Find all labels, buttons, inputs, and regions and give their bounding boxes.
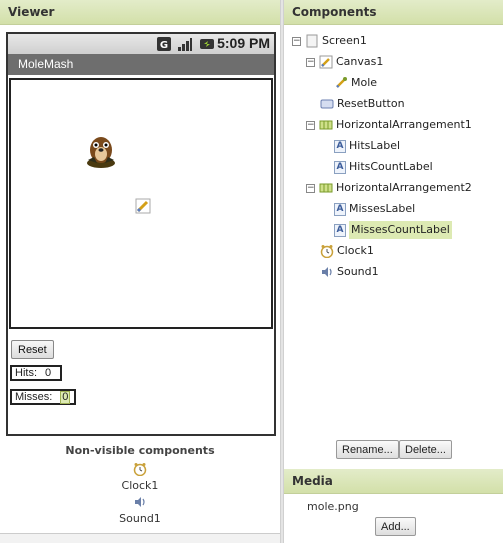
screen-icon — [306, 34, 318, 48]
button-icon — [320, 99, 334, 109]
tree-item-horizontalarrangement1[interactable]: − HorizontalArrangement1 — [306, 116, 472, 134]
mole-sprite[interactable] — [85, 133, 117, 169]
tree-item-label: Screen1 — [322, 34, 367, 47]
nonvisible-clock1[interactable]: Clock1 — [0, 479, 280, 492]
nonvisible-sound1[interactable]: Sound1 — [0, 512, 280, 525]
tree-item-hitscountlabel[interactable]: A HitsCountLabel — [334, 158, 433, 176]
clock-icon — [133, 463, 147, 476]
tree-item-mole[interactable]: Mole — [334, 74, 377, 92]
components-header: Components — [284, 0, 503, 25]
collapse-toggle-icon[interactable]: − — [306, 120, 315, 130]
hits-arrangement[interactable]: Hits: 0 — [10, 365, 62, 381]
tree-item-sound1[interactable]: Sound1 — [320, 263, 379, 281]
battery-icon — [200, 39, 214, 49]
signal-icon — [178, 38, 192, 51]
tree-item-label: HorizontalArrangement2 — [336, 181, 472, 194]
collapse-toggle-icon[interactable]: − — [292, 36, 301, 46]
clock-icon — [320, 245, 334, 258]
tree-item-label-selected: MissesCountLabel — [349, 221, 452, 239]
tree-item-misseslabel[interactable]: A MissesLabel — [334, 200, 415, 218]
tree-item-clock1[interactable]: Clock1 — [320, 242, 374, 260]
collapse-toggle-icon[interactable]: − — [306, 183, 315, 193]
media-file-item[interactable]: mole.png — [307, 500, 359, 513]
label-icon: A — [334, 202, 346, 216]
canvas-icon — [319, 55, 333, 69]
misses-label: Misses: — [15, 391, 53, 403]
sound-icon — [135, 497, 145, 507]
label-icon: A — [334, 223, 346, 237]
svg-text:G: G — [160, 40, 168, 51]
tree-item-label: Canvas1 — [336, 55, 384, 68]
tree-item-label: ResetButton — [337, 97, 405, 110]
tree-item-hitslabel[interactable]: A HitsLabel — [334, 137, 400, 155]
collapse-toggle-icon[interactable]: − — [306, 57, 315, 67]
phone-preview: G 5:09 PM MoleMash Reset Hits: 0 Misses: — [6, 32, 276, 436]
tree-item-missescountlabel[interactable]: A MissesCountLabel — [334, 221, 452, 239]
tree-item-horizontalarrangement2[interactable]: − HorizontalArrangement2 — [306, 179, 472, 197]
tree-item-label: Sound1 — [337, 265, 379, 278]
image-sprite-icon — [135, 198, 151, 214]
panel-divider[interactable] — [280, 0, 284, 543]
sound-icon — [322, 267, 332, 277]
status-bar: G 5:09 PM — [8, 34, 274, 54]
nonvisible-title: Non-visible components — [65, 444, 215, 457]
tree-item-label: Mole — [351, 76, 378, 89]
hits-count-label: 0 — [45, 367, 52, 379]
canvas[interactable] — [9, 78, 273, 329]
app-title: MoleMash — [18, 57, 74, 71]
add-media-button[interactable]: Add... — [375, 517, 416, 536]
tree-item-label: Clock1 — [337, 244, 374, 257]
tree-item-label: HorizontalArrangement1 — [336, 118, 472, 131]
misses-arrangement[interactable]: Misses: 0 — [10, 389, 76, 405]
tree-item-label: HitsLabel — [349, 139, 401, 152]
reset-button[interactable]: Reset — [11, 340, 54, 359]
label-icon: A — [334, 160, 346, 174]
label-icon: A — [334, 139, 346, 153]
image-sprite-icon — [336, 77, 347, 88]
app-title-bar: MoleMash — [8, 54, 274, 75]
arrangement-icon — [319, 183, 333, 193]
tree-item-label: MissesLabel — [349, 202, 416, 215]
tree-item-screen1[interactable]: − Screen1 — [292, 32, 367, 50]
tree-item-canvas1[interactable]: − Canvas1 — [306, 53, 383, 71]
status-time: 5:09 PM — [217, 35, 270, 51]
tree-item-label: HitsCountLabel — [349, 160, 433, 173]
viewer-bottom-bar — [0, 533, 280, 543]
hits-label: Hits: — [15, 367, 37, 379]
arrangement-icon — [319, 120, 333, 130]
media-header: Media — [284, 469, 503, 494]
gps-icon: G — [157, 37, 171, 51]
viewer-header: Viewer — [0, 0, 280, 25]
misses-count-label[interactable]: 0 — [60, 390, 71, 404]
tree-item-resetbutton[interactable]: ResetButton — [320, 95, 405, 113]
delete-button[interactable]: Delete... — [399, 440, 452, 459]
rename-button[interactable]: Rename... — [336, 440, 399, 459]
